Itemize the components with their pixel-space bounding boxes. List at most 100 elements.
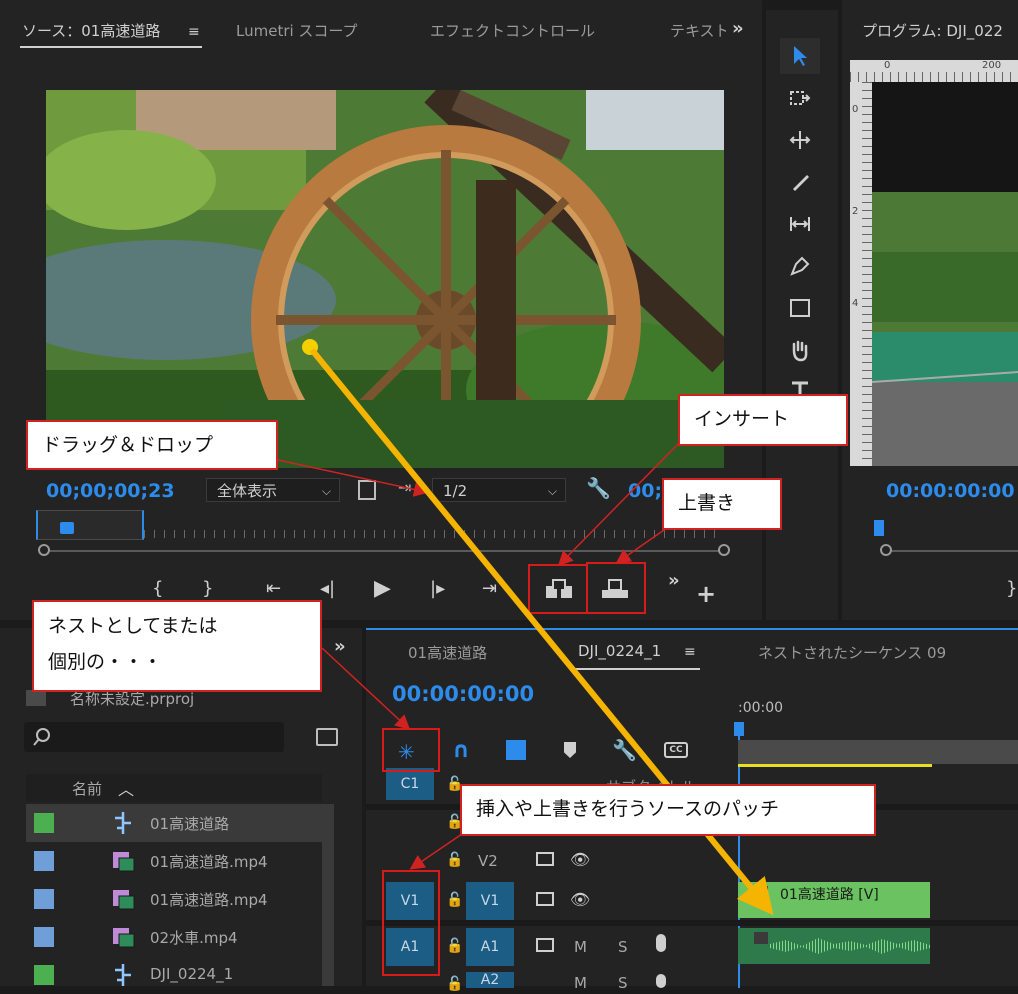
zoom-handle-left[interactable] [38,544,50,556]
zoom-scrollbar[interactable] [40,550,726,552]
label-color-swatch[interactable] [34,851,54,871]
settings-wrench-icon[interactable]: 🔧 [612,738,637,762]
eye-icon[interactable]: 👁 [570,890,590,909]
video-clip-label: 01高速道路 [V] [780,887,879,903]
track-select-tool[interactable] [780,80,820,116]
video-clip-icon [110,886,136,912]
overflow-icon[interactable]: » [334,636,346,657]
go-to-out-button[interactable]: ⇥ [482,578,497,599]
source-time-ruler[interactable] [34,510,724,540]
tab-underline [20,46,202,48]
overflow-icon[interactable]: » [668,570,680,591]
ripple-edit-tool[interactable] [780,122,820,158]
play-button[interactable]: ▶ [374,576,391,601]
audio-clip[interactable] [738,928,930,964]
timeline-playhead[interactable] [734,722,744,736]
mark-in-button[interactable]: { [152,578,163,599]
step-icon[interactable]: ⇥ [398,478,411,497]
label-color-swatch[interactable] [34,813,54,833]
lock-icon[interactable]: 🔓 [446,976,463,992]
tab-lumetri-scopes[interactable]: Lumetri スコープ [236,20,358,41]
zoom-handle-right[interactable] [718,544,730,556]
overflow-icon[interactable]: » [732,18,744,39]
list-item[interactable]: 02水車.mp4 [26,918,322,956]
solo-button[interactable]: S [618,938,628,956]
tab-sequence-dji[interactable]: DJI_0224_1 [578,642,661,660]
track-v2-label: V2 [478,852,498,870]
list-item[interactable]: 01高速道路 [26,804,322,842]
mark-out-button[interactable]: } [202,578,213,599]
razor-tool[interactable] [780,164,820,200]
track-target-a1[interactable]: A1 [466,928,514,966]
solo-button[interactable]: S [618,974,628,992]
project-file-icon [26,690,46,706]
resolution-select[interactable]: 1/2 ⌵ [432,478,566,502]
source-playhead[interactable] [60,522,74,534]
selection-tool[interactable] [780,38,820,74]
program-playhead[interactable] [874,520,884,536]
source-timecode[interactable]: 00;00;00;23 [46,480,175,502]
ruler-ticks [144,530,724,538]
wrench-icon[interactable]: 🔧 [586,476,611,500]
resolution-select-value: 1/2 [443,482,468,500]
pen-tool[interactable] [780,248,820,284]
work-area-bar[interactable] [738,764,932,767]
tab-text[interactable]: テキスト [670,20,726,41]
list-item[interactable]: 01高速道路.mp4 [26,880,322,918]
go-to-in-button[interactable]: ⇤ [266,578,281,599]
sync-lock-icon[interactable] [536,938,554,952]
add-marker-icon[interactable] [564,742,576,758]
mute-button[interactable]: M [574,938,587,956]
ruler-label: 2 [852,206,859,217]
mark-out-button[interactable]: } [1006,578,1017,599]
step-forward-button[interactable]: |▸ [430,578,445,599]
tab-effect-controls[interactable]: エフェクトコントロール [430,20,595,41]
slip-tool[interactable] [780,206,820,242]
lock-icon[interactable]: 🔓 [446,852,463,868]
eye-icon[interactable]: 👁 [570,850,590,869]
program-zoom-scrollbar[interactable] [890,550,1018,552]
track-target-v1[interactable]: V1 [466,882,514,920]
program-timecode[interactable]: 00:00:00:00 [886,480,1015,502]
rectangle-tool[interactable] [780,290,820,326]
label-color-swatch[interactable] [34,889,54,909]
step-back-button[interactable]: ◂| [320,578,335,599]
search-icon [33,728,50,746]
fit-select[interactable]: 全体表示 ⌵ [206,478,340,502]
hand-tool[interactable] [780,332,820,368]
sort-ascending-icon[interactable]: ︿ [118,776,134,800]
hamburger-icon[interactable]: ≡ [684,644,696,660]
tab-sequence-01[interactable]: 01高速道路 [408,642,487,663]
captions-icon[interactable]: CC [664,742,688,758]
mute-button[interactable]: M [574,974,587,992]
source-video-frame[interactable] [46,90,724,468]
list-item[interactable]: DJI_0224_1 [26,956,322,994]
search-input[interactable] [24,722,284,752]
timeline-ruler[interactable] [738,740,1018,764]
scrollbar[interactable] [322,804,334,986]
program-video-frame[interactable] [872,82,1018,466]
in-out-range[interactable] [36,510,144,540]
lock-icon[interactable]: 🔓 [446,892,463,908]
arrow-pointer-icon [794,46,807,66]
video-clip[interactable]: 01高速道路 [V] [738,882,930,918]
add-button-icon[interactable]: + [696,580,716,608]
label-color-swatch[interactable] [34,965,54,985]
linked-selection-icon[interactable] [506,740,526,760]
hamburger-icon[interactable]: ≡ [188,24,200,40]
zoom-handle-left[interactable] [880,544,892,556]
timeline-timecode[interactable]: 00:00:00:00 [392,682,534,706]
new-bin-icon[interactable] [316,728,338,746]
label-color-swatch[interactable] [34,927,54,947]
column-header[interactable]: 名前 ︿ [26,774,322,802]
film-icon[interactable] [358,480,376,500]
sync-lock-icon[interactable] [536,892,554,906]
snap-icon[interactable]: ∩ [452,738,470,763]
tab-nested-sequence[interactable]: ネストされたシーケンス 09 [758,642,946,663]
tab-source[interactable]: ソース：01高速道路 [22,20,160,41]
list-item[interactable]: 01高速道路.mp4 [26,842,322,880]
source-patch-c1[interactable]: C1 [386,768,434,800]
lock-icon[interactable]: 🔓 [446,938,463,954]
sync-lock-icon[interactable] [536,852,554,866]
microphone-icon[interactable] [656,934,666,952]
